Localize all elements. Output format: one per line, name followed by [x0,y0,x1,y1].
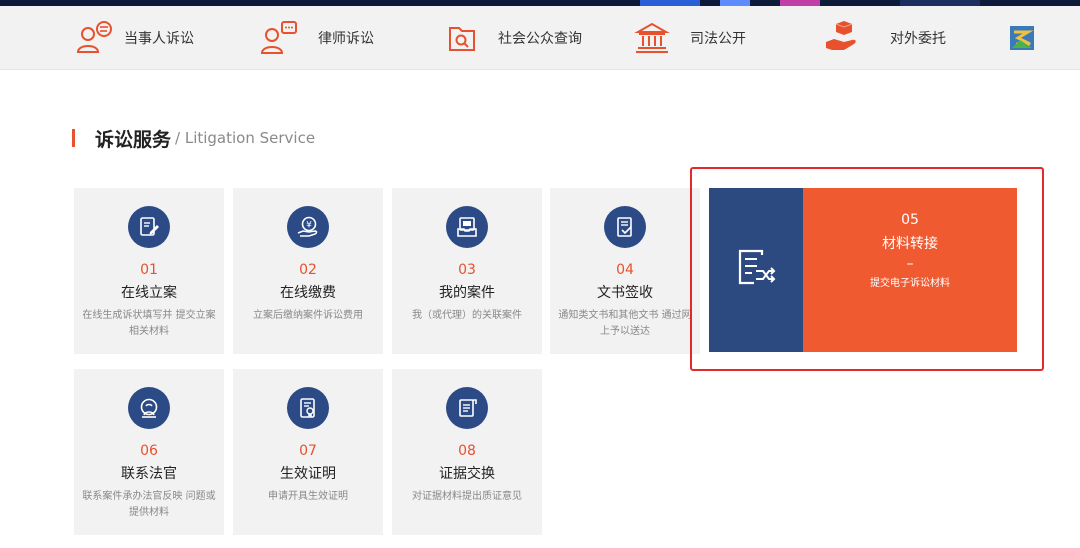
card-number: 02 [299,262,317,278]
service-card-online-filing[interactable]: 01 在线立案 在线生成诉状填写并 提交立案相关材料 [74,188,224,354]
nav-item-external-commission[interactable]: 对外委托 [820,6,946,70]
card-description: 联系案件承办法官反映 问题或提供材料 [82,491,216,518]
nav-label: 律师诉讼 [318,31,374,47]
service-navbar: 当事人诉讼 律师诉讼 社会公众查询 司法公开 对外委托 [0,6,1080,70]
nav-label: 社会公众查询 [498,31,582,47]
card-title: 生效证明 [280,466,336,482]
card-number: 03 [458,262,476,278]
card-title: 材料转接 [882,236,938,252]
section-title-zh: 诉讼服务 [95,128,172,151]
service-card-document-receipt[interactable]: 04 文书签收 通知类文书和其他文书 通过网上予以送达 [550,188,700,354]
nav-item-lawyer[interactable]: 律师诉讼 [256,6,374,70]
card-description: 我（或代理）的关联案件 [412,310,522,321]
service-card-online-payment[interactable]: ¥ 02 在线缴费 立案后缴纳案件诉讼费用 [233,188,383,354]
heading-accent-bar [72,129,75,147]
card-number: 04 [616,262,634,278]
material-transfer-icon [736,249,776,291]
card-title: 联系法官 [121,466,177,482]
service-card-material-transfer[interactable]: 05 材料转接 – 提交电子诉讼材料 [709,188,1017,352]
card-description: 申请开具生效证明 [268,491,348,502]
svg-text:¥: ¥ [306,221,312,231]
service-card-evidence-exchange[interactable]: 08 证据交换 对证据材料提出质证意见 [392,369,542,535]
card-description: 在线生成诉状填写并 提交立案相关材料 [82,310,216,337]
evidence-exchange-icon [446,387,488,429]
hand-box-icon [820,18,864,58]
card-description: 通知类文书和其他文书 通过网上予以送达 [558,310,692,337]
section-title-en: / Litigation Service [175,129,316,147]
section-heading: 诉讼服务 / Litigation Service [72,124,315,152]
card-title: 我的案件 [439,285,495,301]
card-description: 对证据材料提出质证意见 [412,491,522,502]
card-number: 08 [458,443,476,459]
card-dash: – [906,256,914,272]
service-card-effective-certificate[interactable]: 07 生效证明 申请开具生效证明 [233,369,383,535]
featured-text-panel: 05 材料转接 – 提交电子诉讼材料 [803,188,1017,352]
card-title: 文书签收 [597,285,653,301]
contact-judge-icon [128,387,170,429]
nav-item-litigant[interactable]: 当事人诉讼 [72,6,194,70]
card-title: 在线立案 [121,285,177,301]
lawyer-chat-icon [256,18,300,58]
card-title: 在线缴费 [280,285,336,301]
card-number: 06 [140,443,158,459]
service-card-contact-judge[interactable]: 06 联系法官 联系案件承办法官反映 问题或提供材料 [74,369,224,535]
card-number: 01 [140,262,158,278]
card-title: 证据交换 [439,466,495,482]
nav-label: 当事人诉讼 [124,31,194,47]
nav-item-public-query[interactable]: 社会公众查询 [440,6,582,70]
card-description: 提交电子诉讼材料 [870,278,950,289]
card-number: 05 [901,212,919,228]
service-card-my-cases[interactable]: 03 我的案件 我（或代理）的关联案件 [392,188,542,354]
card-description: 立案后缴纳案件诉讼费用 [253,310,363,321]
user-chat-icon [72,18,116,58]
nav-label: 对外委托 [890,31,946,47]
certificate-icon [287,387,329,429]
search-folder-icon [440,18,484,58]
document-sign-icon [604,206,646,248]
featured-icon-panel [709,188,803,352]
yuan-payment-icon: ¥ [287,206,329,248]
edit-document-icon [128,206,170,248]
courthouse-icon [630,18,674,58]
card-number: 07 [299,443,317,459]
nav-item-judicial-openness[interactable]: 司法公开 [630,6,746,70]
case-file-icon [446,206,488,248]
nav-label: 司法公开 [690,31,746,47]
app-logo-icon [1000,18,1044,58]
nav-item-app[interactable] [1000,6,1052,70]
